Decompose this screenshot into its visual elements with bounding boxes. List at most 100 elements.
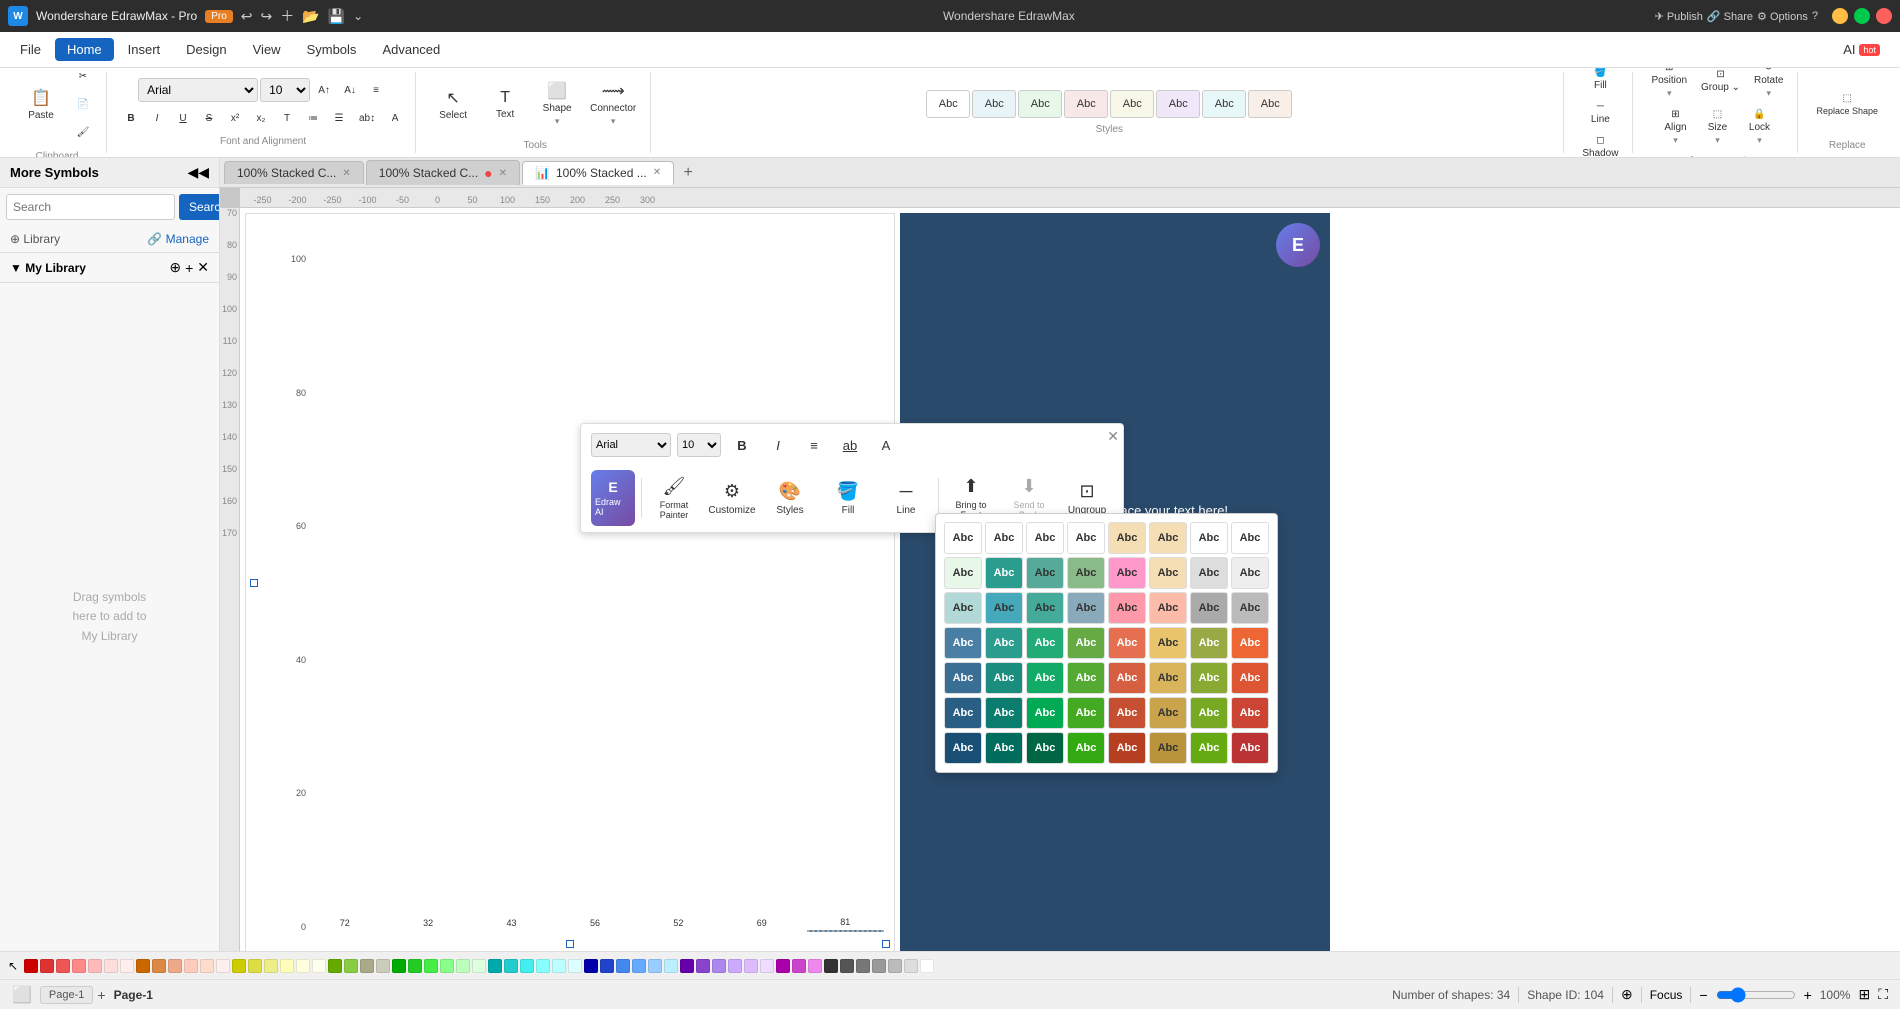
color-swatch-yellow3[interactable] — [264, 959, 278, 973]
ft-format-painter-btn[interactable]: 🖌 FormatPainter — [648, 472, 700, 524]
ft-italic-btn[interactable]: I — [763, 430, 793, 460]
sp-cell-7-4[interactable]: Abc — [1067, 732, 1105, 764]
publish-btn[interactable]: ✈ Publish — [1655, 10, 1703, 23]
tab-2[interactable]: 📊 100% Stacked ... ✕ — [522, 161, 674, 185]
color-swatch-yellow2[interactable] — [248, 959, 262, 973]
color-swatch-pink[interactable] — [88, 959, 102, 973]
subscript-btn[interactable]: x₂ — [249, 106, 273, 130]
style-swatch-5[interactable]: Abc — [1110, 90, 1154, 118]
maximize-btn[interactable] — [1854, 8, 1870, 24]
fullscreen-btn[interactable]: ⛶ — [1878, 986, 1888, 1003]
help-btn[interactable]: ? — [1812, 10, 1818, 22]
sp-cell-1-8[interactable]: Abc — [1231, 522, 1269, 554]
menu-view[interactable]: View — [241, 38, 293, 61]
color-swatch-blue5[interactable] — [648, 959, 662, 973]
superscript-btn[interactable]: x² — [223, 106, 247, 130]
sp-cell-5-6[interactable]: Abc — [1149, 662, 1187, 694]
color-swatch-yellow4[interactable] — [280, 959, 294, 973]
sp-cell-2-3[interactable]: Abc — [1026, 557, 1064, 589]
sp-cell-5-5[interactable]: Abc — [1108, 662, 1146, 694]
color-swatch-purple6[interactable] — [760, 959, 774, 973]
color-swatch-gray[interactable] — [840, 959, 854, 973]
color-swatch-lime2[interactable] — [408, 959, 422, 973]
color-swatch-pink3[interactable] — [120, 959, 134, 973]
sp-cell-3-6[interactable]: Abc — [1149, 592, 1187, 624]
color-swatch-pink2[interactable] — [104, 959, 118, 973]
sp-cell-5-7[interactable]: Abc — [1190, 662, 1228, 694]
sp-cell-5-8[interactable]: Abc — [1231, 662, 1269, 694]
line-btn[interactable]: ─ Line — [1580, 98, 1620, 128]
color-swatch-green[interactable] — [328, 959, 342, 973]
align-btn[interactable]: ⊞ Align ▾ — [1655, 106, 1695, 149]
my-library-add-btn[interactable]: + — [185, 259, 193, 276]
color-swatch-yellow5[interactable] — [296, 959, 310, 973]
sp-cell-4-5[interactable]: Abc — [1108, 627, 1146, 659]
sp-cell-4-1[interactable]: Abc — [944, 627, 982, 659]
color-swatch-red[interactable] — [24, 959, 38, 973]
sp-cell-2-1[interactable]: Abc — [944, 557, 982, 589]
fit-btn[interactable]: ⊞ — [1858, 986, 1870, 1003]
color-swatch-cyan2[interactable] — [552, 959, 566, 973]
sp-cell-2-7[interactable]: Abc — [1190, 557, 1228, 589]
color-swatch-peach[interactable] — [184, 959, 198, 973]
color-swatch-blue[interactable] — [584, 959, 598, 973]
sp-cell-1-2[interactable]: Abc — [985, 522, 1023, 554]
sp-cell-4-8[interactable]: Abc — [1231, 627, 1269, 659]
open-btn[interactable]: 📂 — [302, 8, 319, 25]
sp-cell-3-4[interactable]: Abc — [1067, 592, 1105, 624]
tab-0-close[interactable]: ✕ — [342, 168, 350, 179]
sp-cell-5-2[interactable]: Abc — [985, 662, 1023, 694]
my-library-close-btn[interactable]: ✕ — [197, 259, 209, 276]
search-input[interactable] — [6, 194, 175, 220]
color-swatch-green4[interactable] — [376, 959, 390, 973]
sp-cell-6-4[interactable]: Abc — [1067, 697, 1105, 729]
tab-0[interactable]: 100% Stacked C... ✕ — [224, 161, 364, 184]
color-swatch-lime6[interactable] — [472, 959, 486, 973]
shape-btn[interactable]: ⬜ Shape ▾ — [532, 74, 582, 134]
shadow-btn[interactable]: ◻ Shadow — [1576, 132, 1624, 159]
bullet-btn[interactable]: ≔ — [301, 106, 325, 130]
text-align-btn[interactable]: ≡ — [364, 78, 388, 102]
sp-cell-2-4[interactable]: Abc — [1067, 557, 1105, 589]
sp-cell-4-7[interactable]: Abc — [1190, 627, 1228, 659]
rotate-btn[interactable]: ↺ Rotate ▾ — [1748, 68, 1789, 102]
new-btn[interactable]: ＋ — [280, 6, 294, 26]
sp-cell-7-8[interactable]: Abc — [1231, 732, 1269, 764]
size-btn[interactable]: ⬚ Size ▾ — [1697, 106, 1737, 149]
sp-cell-1-1[interactable]: Abc — [944, 522, 982, 554]
canvas-wrapper[interactable]: -250 -200 -250 -100 -50 0 50 100 150 200… — [220, 188, 1900, 951]
sp-cell-2-5[interactable]: Abc — [1108, 557, 1146, 589]
list-btn[interactable]: ☰ — [327, 106, 351, 130]
search-btn[interactable]: Search — [179, 194, 220, 220]
drawing-canvas[interactable]: 100 80 60 40 20 0 72 — [240, 208, 1900, 951]
connector-btn[interactable]: ⟿ Connector ▾ — [584, 74, 642, 134]
more-btn[interactable]: ⌄ — [353, 9, 363, 23]
sp-cell-7-7[interactable]: Abc — [1190, 732, 1228, 764]
font-color-btn[interactable]: A — [383, 106, 407, 130]
sp-cell-6-1[interactable]: Abc — [944, 697, 982, 729]
sp-cell-6-2[interactable]: Abc — [985, 697, 1023, 729]
sp-cell-1-4[interactable]: Abc — [1067, 522, 1105, 554]
color-swatch-purple[interactable] — [680, 959, 694, 973]
style-swatch-8[interactable]: Abc — [1248, 90, 1292, 118]
color-swatch-green2[interactable] — [344, 959, 358, 973]
color-swatch-purple4[interactable] — [728, 959, 742, 973]
ft-line-btn[interactable]: ─ Line — [880, 473, 932, 523]
menu-advanced[interactable]: Advanced — [370, 38, 452, 61]
menu-ai[interactable]: AI hot — [1831, 38, 1892, 61]
ft-font-select[interactable]: Arial — [591, 433, 671, 457]
style-swatch-4[interactable]: Abc — [1064, 90, 1108, 118]
close-btn[interactable] — [1876, 8, 1892, 24]
sp-cell-6-3[interactable]: Abc — [1026, 697, 1064, 729]
sp-cell-2-6[interactable]: Abc — [1149, 557, 1187, 589]
menu-home[interactable]: Home — [55, 38, 114, 61]
color-swatch-gray4[interactable] — [888, 959, 902, 973]
sp-cell-1-7[interactable]: Abc — [1190, 522, 1228, 554]
font-family-select[interactable]: Arial — [138, 78, 258, 102]
ft-customize-btn[interactable]: ⚙ Customize — [706, 473, 758, 523]
sp-cell-7-1[interactable]: Abc — [944, 732, 982, 764]
color-swatch-gray3[interactable] — [872, 959, 886, 973]
color-swatch-gray2[interactable] — [856, 959, 870, 973]
menu-insert[interactable]: Insert — [116, 38, 173, 61]
save-btn[interactable]: 💾 — [328, 8, 345, 25]
